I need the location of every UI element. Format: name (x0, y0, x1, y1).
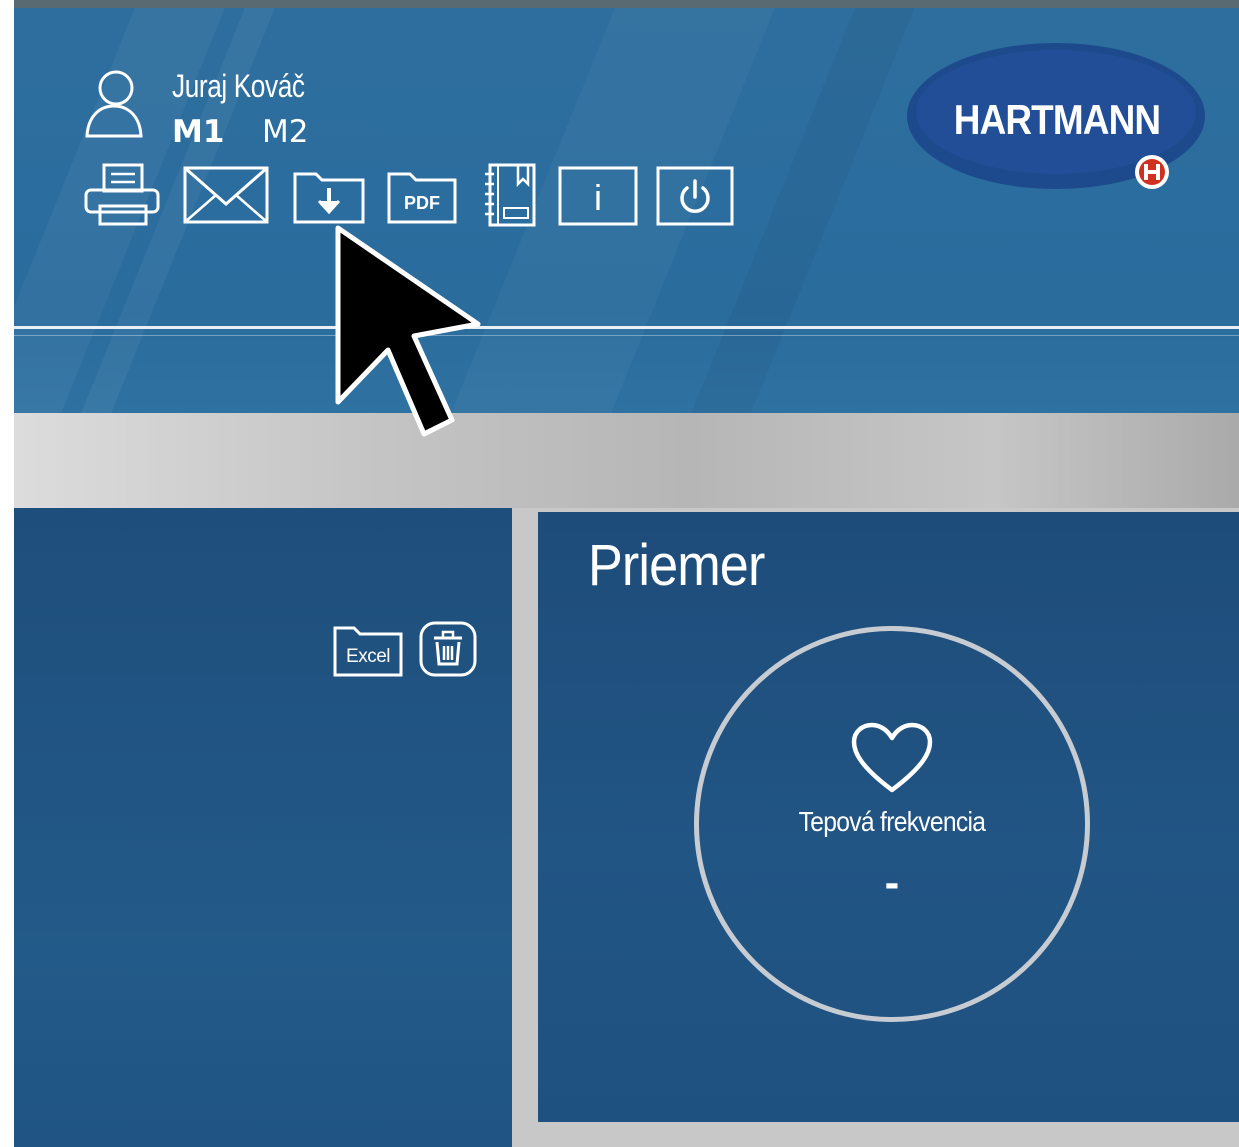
panel-title: Priemer (588, 533, 765, 598)
mode-m1-button[interactable]: M1 (172, 114, 224, 150)
pdf-folder-icon: PDF (387, 172, 457, 224)
pdf-export-button[interactable]: PDF (386, 166, 458, 226)
folder-download-icon (293, 172, 365, 224)
email-button[interactable] (182, 164, 270, 226)
user-name: Juraj Kováč (172, 68, 305, 104)
user-icon (84, 66, 144, 140)
excel-folder-icon: Excel (333, 626, 403, 677)
delete-button[interactable] (418, 620, 478, 678)
info-button[interactable]: i (558, 166, 638, 226)
mode-m2-button[interactable]: M2 (262, 114, 308, 150)
download-button[interactable] (292, 166, 366, 226)
power-button[interactable] (656, 166, 734, 226)
notebook-button[interactable] (482, 162, 538, 228)
left-panel (14, 508, 512, 1147)
logo-text: HARTMANN (953, 96, 1161, 143)
heart-icon (850, 722, 934, 796)
toolbar-band (14, 413, 1239, 508)
printer-icon (84, 163, 160, 226)
window-top-border (14, 0, 1239, 8)
print-button[interactable] (82, 162, 162, 228)
svg-text:Excel: Excel (346, 646, 390, 667)
svg-text:PDF: PDF (404, 193, 440, 213)
svg-text:i: i (594, 177, 602, 218)
header-divider-thin (14, 335, 1239, 336)
heart-rate-label: Tepová frekvencia (798, 806, 986, 837)
mouse-pointer-icon (326, 224, 486, 460)
hartmann-logo: HARTMANN (906, 42, 1208, 190)
info-icon: i (558, 166, 638, 226)
power-icon (656, 166, 734, 226)
trash-icon (419, 621, 477, 677)
excel-export-button[interactable]: Excel (332, 622, 404, 678)
envelope-icon (183, 166, 269, 224)
heart-rate-value: - (884, 858, 900, 907)
notebook-icon (485, 163, 536, 227)
header-divider (14, 326, 1239, 329)
